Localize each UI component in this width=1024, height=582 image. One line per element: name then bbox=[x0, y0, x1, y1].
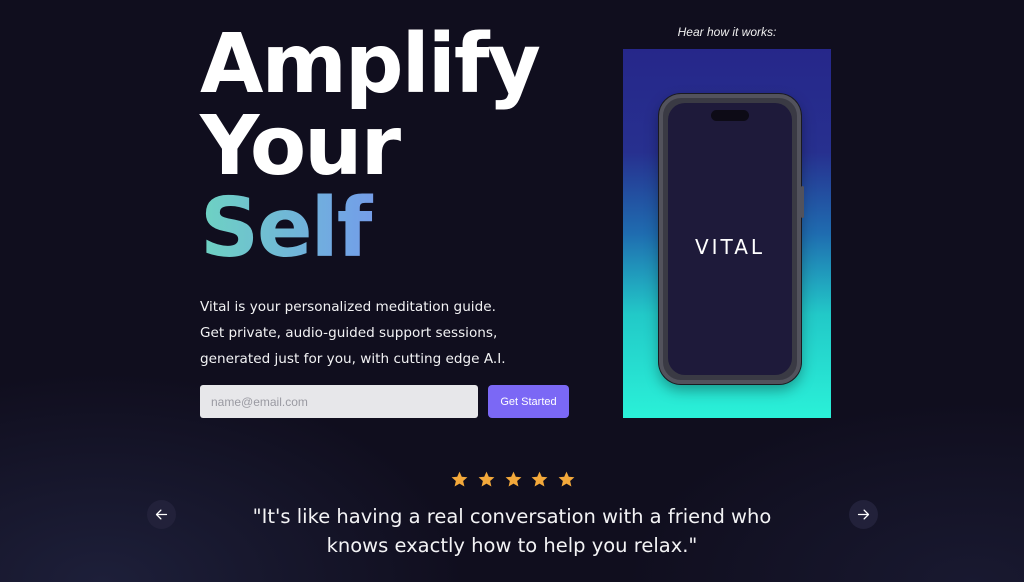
phone-side-button bbox=[801, 186, 804, 218]
video-player[interactable]: VITAL bbox=[623, 49, 831, 418]
video-caption: Hear how it works: bbox=[677, 25, 777, 39]
landing-page: Amplify Your Self Vital is your personal… bbox=[0, 0, 1024, 582]
testimonial-next-button[interactable] bbox=[849, 500, 878, 529]
star-icon bbox=[451, 471, 468, 487]
testimonial-quote: "It's like having a real conversation wi… bbox=[212, 502, 812, 560]
phone-screen: VITAL bbox=[668, 103, 792, 375]
hero-description: Vital is your personalized meditation gu… bbox=[200, 294, 560, 372]
star-icon bbox=[558, 471, 575, 487]
headline-line-3: Self bbox=[200, 188, 539, 270]
hero-headline: Amplify Your Self bbox=[200, 17, 541, 270]
description-line-1: Vital is your personalized meditation gu… bbox=[200, 299, 496, 315]
phone-notch bbox=[711, 110, 749, 121]
quote-line-2: knows exactly how to help you relax." bbox=[326, 534, 698, 557]
get-started-button[interactable]: Get Started bbox=[488, 385, 569, 418]
testimonial-prev-button[interactable] bbox=[147, 500, 176, 529]
description-line-2: Get private, audio-guided support sessio… bbox=[200, 325, 498, 341]
headline-line-1: Amplify bbox=[200, 17, 541, 112]
arrow-left-icon bbox=[155, 509, 168, 520]
quote-line-1: "It's like having a real conversation wi… bbox=[252, 505, 772, 528]
arrow-right-icon bbox=[857, 509, 870, 520]
description-line-3: generated just for you, with cutting edg… bbox=[200, 351, 506, 367]
rating-stars bbox=[450, 470, 576, 492]
star-icon bbox=[531, 471, 548, 487]
star-icon bbox=[505, 471, 521, 487]
phone-mockup: VITAL bbox=[659, 94, 804, 384]
vital-logo: VITAL bbox=[694, 235, 766, 259]
star-icon bbox=[478, 471, 495, 487]
email-input[interactable] bbox=[200, 385, 478, 418]
headline-line-2: Your bbox=[200, 99, 401, 194]
